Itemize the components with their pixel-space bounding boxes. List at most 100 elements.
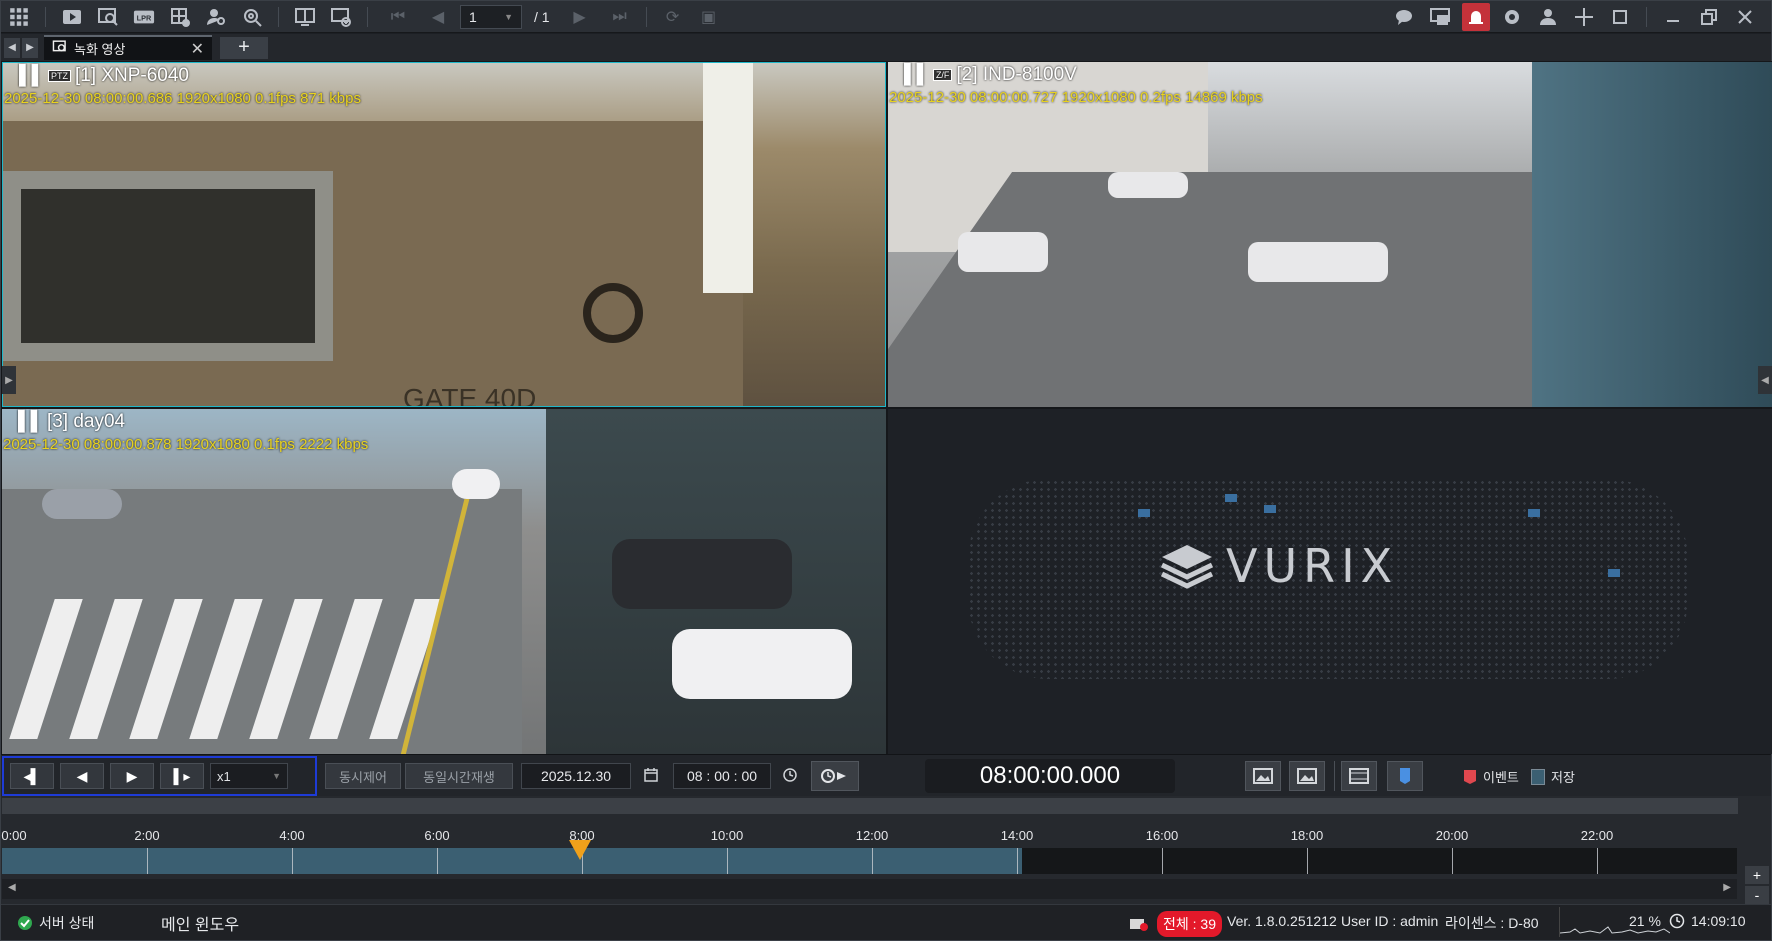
tab-bar: ◀ ▶ 녹화 영상 ✕ + [1, 34, 1771, 61]
camera-title-2: ▌▌ Z/F [2] IND-8100V [904, 64, 1077, 86]
calendar-icon[interactable] [643, 767, 659, 783]
date-field[interactable]: 2025.12.30 [521, 763, 631, 789]
video-search-icon[interactable] [94, 3, 122, 31]
empty-tile[interactable]: VURIX [888, 409, 1772, 754]
camera-feed-3 [2, 409, 886, 754]
layout-icon[interactable] [166, 3, 194, 31]
zoom-out-button[interactable]: - [1745, 886, 1769, 904]
main-window-text: 메인 윈도우 [161, 917, 240, 934]
fullscreen-icon[interactable] [1606, 3, 1634, 31]
close-icon[interactable] [1731, 3, 1759, 31]
bookmark-icon [1400, 768, 1410, 784]
timeline-label: 4:00 [279, 828, 305, 843]
sync-playback-button[interactable]: 동일시간재생 [405, 763, 513, 789]
event-total-badge: 전체 : 39 [1157, 911, 1223, 937]
event-total[interactable]: 전체 : 39 [1129, 911, 1223, 937]
person-search-icon[interactable] [202, 3, 230, 31]
camera-title-1: ▌▌ PTZ [1] XNP-6040 [19, 65, 189, 87]
reverse-play-button[interactable]: ◀ [60, 763, 104, 789]
separator [1646, 7, 1647, 27]
scroll-left-icon[interactable]: ◀ [8, 882, 16, 893]
vurix-logo-icon [1160, 545, 1214, 589]
pause-icon: ▌▌ [19, 65, 45, 86]
refresh-icon[interactable]: ⟳ [659, 3, 687, 31]
page-select[interactable]: 1 ▼ [460, 4, 522, 29]
gear-icon[interactable] [1498, 3, 1526, 31]
next-page-icon[interactable]: ▶ [566, 3, 594, 31]
timeline-tick [1597, 848, 1598, 874]
timeline-tick [147, 848, 148, 874]
close-tab-icon[interactable]: ✕ [191, 39, 204, 59]
step-back-button[interactable]: ◂▌ [10, 763, 54, 789]
monitor-icon[interactable] [291, 3, 319, 31]
server-status[interactable]: 서버 상태 [17, 913, 94, 933]
pause-icon: ▌▌ [18, 411, 44, 432]
add-monitor-icon[interactable] [327, 3, 355, 31]
play-button[interactable]: ▶ [110, 763, 154, 789]
prev-page-icon[interactable]: ◀ [424, 3, 452, 31]
film-icon [1349, 768, 1369, 784]
camera-tile-2[interactable]: ▌▌ Z/F [2] IND-8100V 2025-12-30 08:00:00… [888, 62, 1772, 407]
first-page-icon[interactable]: ⏮ [384, 3, 412, 31]
move-icon[interactable] [1570, 3, 1598, 31]
camera-title-3: ▌▌ [3] day04 [18, 411, 125, 433]
lpr-icon[interactable]: LPR [130, 3, 158, 31]
step-forward-button[interactable]: ▌▸ [160, 763, 204, 789]
page-total: / 1 [534, 8, 550, 25]
timeline-scrollbar[interactable]: ◀ ▶ [2, 879, 1737, 899]
current-time-display: 08:00:00.000 [925, 759, 1175, 793]
lpr-label: LPR [137, 13, 152, 22]
chevron-down-icon: ▼ [504, 11, 513, 22]
timeline-track[interactable] [2, 848, 1737, 874]
timeline[interactable]: 0:00 2:00 4:00 6:00 8:00 10:00 12:00 14:00 16:00… [1, 796, 1771, 904]
speed-value: x1 [217, 768, 231, 784]
settings-search-icon[interactable] [238, 3, 266, 31]
timeline-tick [1452, 848, 1453, 874]
last-page-icon[interactable]: ⏭ [606, 3, 634, 31]
snapshot-button[interactable] [1289, 761, 1325, 791]
user-icon[interactable] [1534, 3, 1562, 31]
timeline-cursor-icon[interactable] [569, 840, 591, 860]
license-label: 라이센스 : D-80 [1445, 915, 1539, 931]
minimize-icon[interactable] [1659, 3, 1687, 31]
go-to-time-button[interactable] [811, 761, 859, 791]
separator [645, 6, 647, 27]
timeline-tick [1017, 848, 1018, 874]
scroll-right-icon[interactable]: ▶ [1723, 882, 1731, 893]
alarm-icon[interactable] [1462, 3, 1490, 31]
clock-icon[interactable] [782, 767, 798, 783]
camera-tile-3[interactable]: ▌▌ [3] day04 2025-12-30 08:00:00.878 192… [2, 409, 886, 754]
status-bar: 서버 상태 메인 윈도우 전체 : 39 Ver. 1.8.0.251212 U… [1, 904, 1771, 940]
tab-scroll-left-icon[interactable]: ◀ [4, 37, 20, 58]
camera-info-1: 2025-12-30 08:00:00.686 1920x1080 0.1fps… [4, 90, 361, 107]
timeline-tick [872, 848, 873, 874]
clock-icon [1669, 913, 1685, 929]
tab-recorded-video[interactable]: 녹화 영상 ✕ [44, 35, 212, 60]
time-field[interactable]: 08 : 00 : 00 [673, 763, 771, 789]
grid-menu-icon[interactable] [5, 3, 33, 31]
film-button[interactable] [1341, 761, 1377, 791]
export-image-button[interactable] [1245, 761, 1281, 791]
sync-control-button[interactable]: 동시제어 [325, 763, 401, 789]
add-tab-button[interactable]: + [220, 36, 268, 59]
bookmark-button[interactable] [1387, 761, 1423, 791]
snapshot-icon[interactable]: ▣ [695, 3, 723, 31]
camera-info-3: 2025-12-30 08:00:00.878 1920x1080 0.1fps… [3, 436, 369, 453]
timeline-label: 18:00 [1290, 828, 1324, 843]
timeline-label: 20:00 [1435, 828, 1469, 843]
speed-select[interactable]: x1 ▼ [210, 763, 288, 789]
right-panel-toggle-icon[interactable]: ◀ [1758, 366, 1772, 394]
playback-icon[interactable] [58, 3, 86, 31]
camera-name: [2] IND-8100V [956, 64, 1077, 85]
chat-icon[interactable] [1390, 3, 1418, 31]
left-panel-toggle-icon[interactable]: ▶ [2, 366, 16, 394]
cpu-usage: 21 % [1629, 913, 1661, 929]
monitor-list-icon[interactable] [1426, 3, 1454, 31]
separator [278, 6, 279, 27]
camera-tile-1[interactable]: GATE 40D ▌▌ PTZ [1] XNP-6040 2025-12-30 … [2, 62, 886, 407]
restore-icon[interactable] [1695, 3, 1723, 31]
zoom-in-button[interactable]: + [1745, 866, 1769, 884]
tab-scroll-right-icon[interactable]: ▶ [22, 37, 38, 58]
go-to-time-icon [821, 769, 846, 783]
image-icon [1297, 768, 1317, 784]
